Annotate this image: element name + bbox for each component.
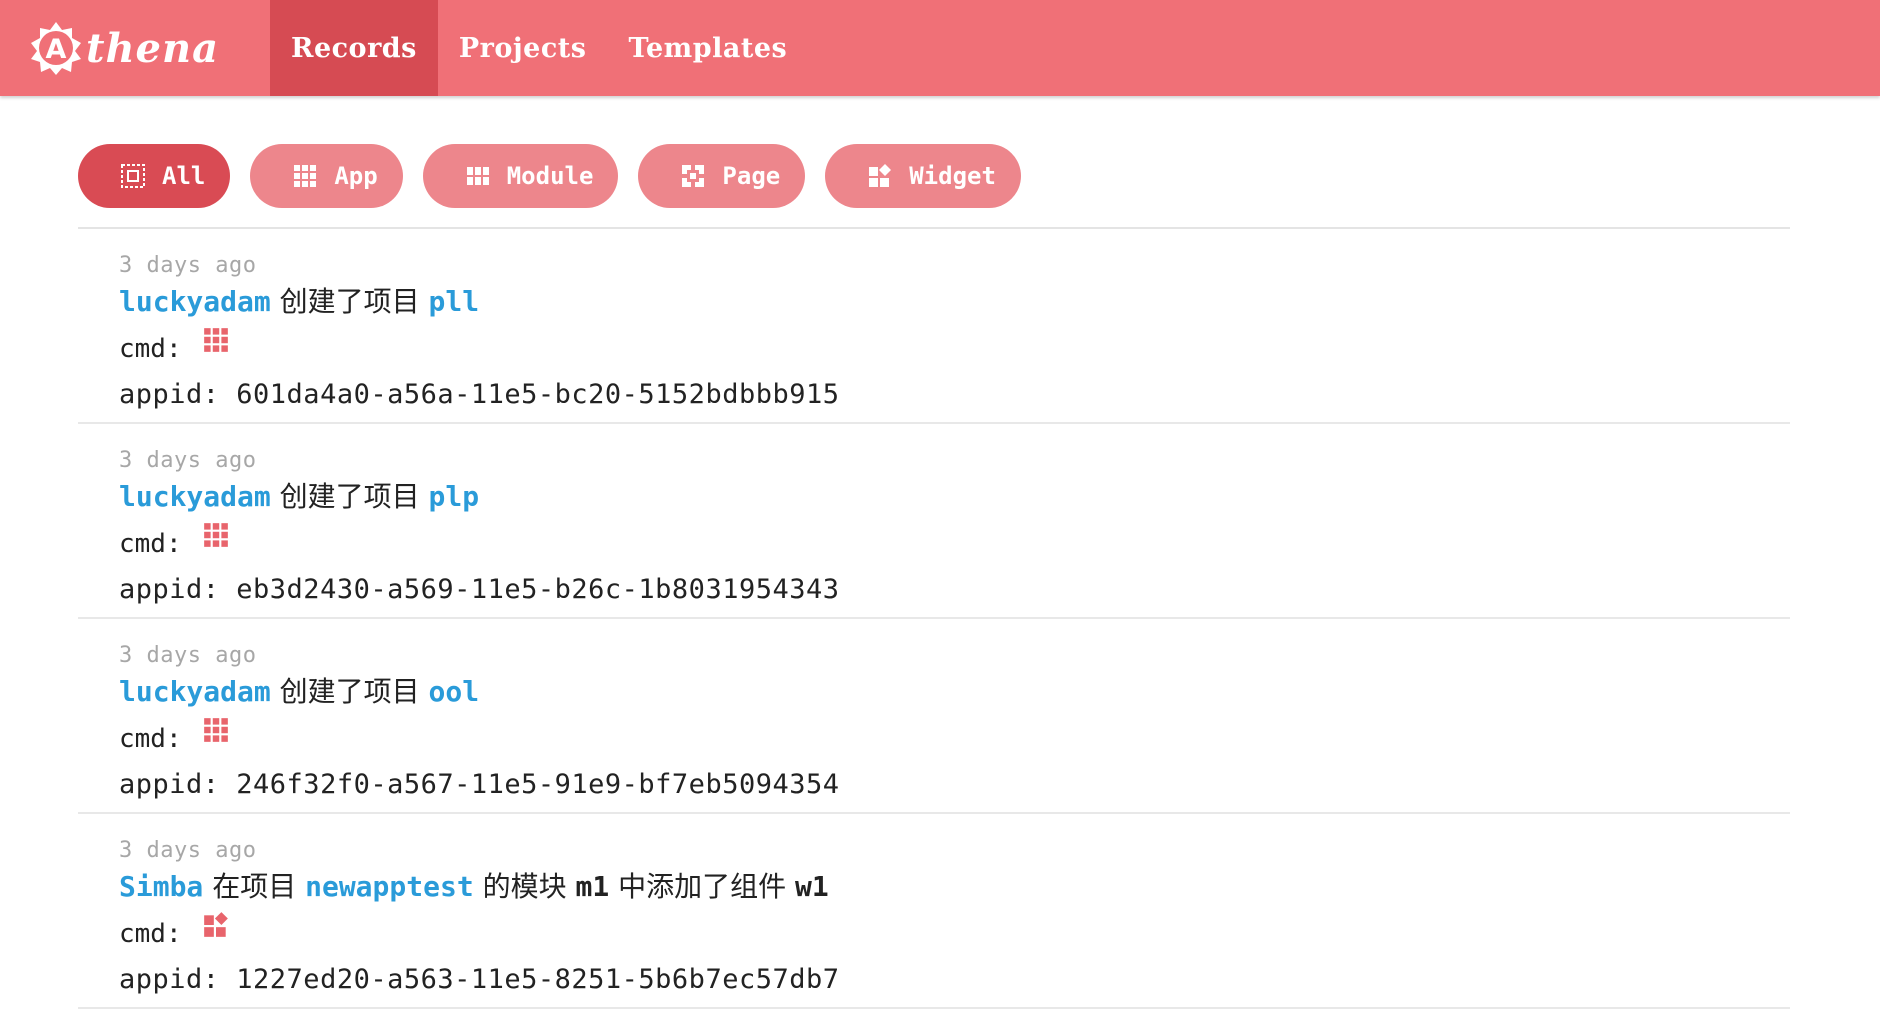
- record-user-link[interactable]: luckyadam: [119, 480, 271, 513]
- logo-text: thena: [86, 24, 220, 72]
- filter-page-label: Page: [722, 162, 781, 190]
- filter-bar: All App Module Page Widget: [78, 144, 1021, 208]
- filter-module-label: Module: [506, 162, 594, 190]
- record-title: luckyadam 创建了项目 plp: [119, 476, 1790, 518]
- record-cmd: cmd:: [119, 908, 1790, 960]
- record-project-link[interactable]: pll: [429, 285, 480, 318]
- record-title: Simba 在项目 newapptest 的模块 m1 中添加了组件 w1: [119, 866, 1790, 908]
- record-user-link[interactable]: luckyadam: [119, 675, 271, 708]
- record-user-link[interactable]: luckyadam: [119, 285, 271, 318]
- cmd-label: cmd:: [119, 724, 182, 754]
- record-action-text: 中添加了组件: [609, 870, 796, 903]
- widget-icon: [869, 164, 892, 187]
- record-user-link[interactable]: Simba: [119, 870, 203, 903]
- record-appid: appid: 1227ed20-a563-11e5-8251-5b6b7ec57…: [119, 964, 840, 995]
- logo-letter: A: [46, 34, 67, 65]
- record-action-text: 创建了项目: [270, 480, 429, 513]
- record-action-text: 创建了项目: [270, 285, 429, 318]
- filter-page-button[interactable]: Page: [638, 144, 806, 208]
- record-appid: appid: 246f32f0-a567-11e5-91e9-bf7eb5094…: [119, 769, 840, 800]
- record-project-link[interactable]: plp: [429, 480, 480, 513]
- apps-grid-icon: [203, 718, 228, 742]
- record-cmd: cmd:: [119, 518, 1790, 570]
- cmd-label: cmd:: [119, 334, 182, 364]
- filter-app-label: App: [334, 162, 378, 190]
- logo[interactable]: A thena: [0, 0, 242, 96]
- apps-grid-icon: [203, 328, 228, 352]
- record-item: 3 days ago luckyadam 创建了项目 ool cmd: appid: …: [78, 619, 1790, 814]
- module-icon: [466, 167, 489, 185]
- record-title: luckyadam 创建了项目 pll: [119, 281, 1790, 323]
- record-project-link[interactable]: newapptest: [305, 870, 474, 903]
- nav-records[interactable]: Records: [270, 0, 438, 96]
- filter-widget-label: Widget: [909, 162, 996, 190]
- top-navbar: A thena Records Projects Templates: [0, 0, 1880, 96]
- record-title: luckyadam 创建了项目 ool: [119, 671, 1790, 713]
- widget-icon: [203, 912, 228, 937]
- record-appid: appid: eb3d2430-a569-11e5-b26c-1b8031954…: [119, 574, 840, 605]
- record-cmd: cmd:: [119, 323, 1790, 375]
- logo-badge-icon: A: [31, 22, 81, 75]
- apps-grid-icon: [203, 523, 228, 547]
- filter-all-button[interactable]: All: [78, 144, 231, 208]
- select-all-icon: [121, 164, 145, 188]
- record-action-text: 在项目: [203, 870, 306, 903]
- record-timestamp: 3 days ago: [119, 643, 257, 668]
- filter-app-button[interactable]: App: [250, 144, 403, 208]
- record-entity-name: m1: [575, 870, 610, 903]
- records-list: 3 days ago luckyadam 创建了项目 pll cmd: appid: …: [78, 229, 1790, 1009]
- record-cmd: cmd:: [119, 713, 1790, 765]
- nav-projects[interactable]: Projects: [438, 0, 608, 96]
- record-timestamp: 3 days ago: [119, 253, 257, 278]
- filter-all-label: All: [162, 162, 206, 190]
- record-timestamp: 3 days ago: [119, 448, 257, 473]
- record-item: 3 days ago Simba 在项目 newapptest 的模块 m1 中添…: [78, 814, 1790, 1009]
- record-entity-name: w1: [795, 870, 829, 903]
- nav-templates[interactable]: Templates: [607, 0, 808, 96]
- filter-module-button[interactable]: Module: [422, 144, 619, 208]
- record-project-link[interactable]: ool: [429, 675, 480, 708]
- record-timestamp: 3 days ago: [119, 838, 257, 863]
- record-appid: appid: 601da4a0-a56a-11e5-bc20-5152bdbbb…: [119, 379, 840, 410]
- page-icon: [681, 164, 706, 188]
- record-item: 3 days ago luckyadam 创建了项目 plp cmd: appid: …: [78, 424, 1790, 619]
- cmd-label: cmd:: [119, 529, 182, 559]
- apps-grid-icon: [294, 165, 317, 187]
- record-action-text: 的模块: [473, 870, 576, 903]
- record-action-text: 创建了项目: [270, 675, 429, 708]
- cmd-label: cmd:: [119, 919, 182, 949]
- filter-widget-button[interactable]: Widget: [825, 144, 1021, 208]
- record-item: 3 days ago luckyadam 创建了项目 pll cmd: appid: …: [78, 229, 1790, 424]
